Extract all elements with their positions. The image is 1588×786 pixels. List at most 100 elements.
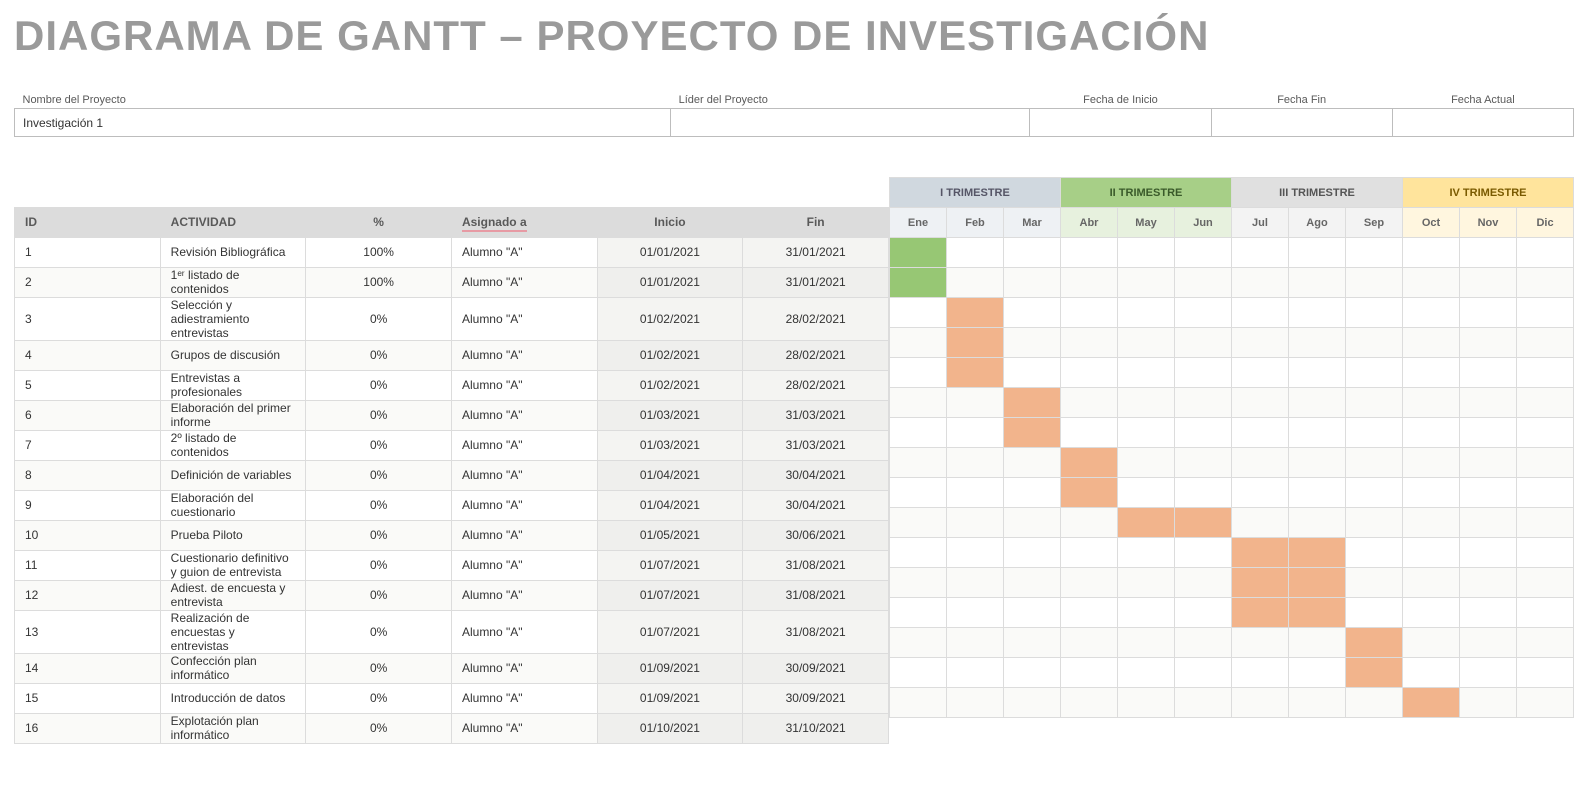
task-start[interactable]: 01/07/2021: [597, 610, 743, 653]
timeline-cell[interactable]: [1346, 598, 1403, 628]
task-start[interactable]: 01/04/2021: [597, 490, 743, 520]
task-start[interactable]: 01/04/2021: [597, 460, 743, 490]
task-id[interactable]: 11: [15, 550, 161, 580]
timeline-cell[interactable]: [1346, 478, 1403, 508]
timeline-cell[interactable]: [1517, 268, 1574, 298]
timeline-cell[interactable]: [1289, 658, 1346, 688]
task-pct[interactable]: 100%: [306, 267, 452, 297]
timeline-cell[interactable]: [947, 238, 1004, 268]
timeline-cell[interactable]: [890, 688, 947, 718]
timeline-cell[interactable]: [1517, 478, 1574, 508]
timeline-cell[interactable]: [1175, 658, 1232, 688]
task-end[interactable]: 31/08/2021: [743, 550, 889, 580]
timeline-cell[interactable]: [1289, 238, 1346, 268]
timeline-cell[interactable]: [1346, 358, 1403, 388]
task-id[interactable]: 10: [15, 520, 161, 550]
timeline-cell[interactable]: [1118, 508, 1175, 538]
task-pct[interactable]: 0%: [306, 580, 452, 610]
timeline-cell[interactable]: [1061, 628, 1118, 658]
timeline-cell[interactable]: [947, 268, 1004, 298]
task-id[interactable]: 13: [15, 610, 161, 653]
timeline-cell[interactable]: [1118, 238, 1175, 268]
timeline-cell[interactable]: [1289, 688, 1346, 718]
timeline-cell[interactable]: [1061, 598, 1118, 628]
timeline-cell[interactable]: [1346, 538, 1403, 568]
task-assigned[interactable]: Alumno "A": [451, 370, 597, 400]
task-activity[interactable]: Introducción de datos: [160, 683, 306, 713]
timeline-cell[interactable]: [1289, 418, 1346, 448]
start-date-field[interactable]: [1030, 109, 1211, 137]
task-pct[interactable]: 0%: [306, 340, 452, 370]
timeline-cell[interactable]: [1403, 298, 1460, 328]
task-pct[interactable]: 0%: [306, 400, 452, 430]
timeline-cell[interactable]: [1118, 568, 1175, 598]
timeline-cell[interactable]: [890, 508, 947, 538]
timeline-cell[interactable]: [1004, 298, 1061, 328]
timeline-cell[interactable]: [1118, 448, 1175, 478]
timeline-cell[interactable]: [1346, 658, 1403, 688]
timeline-cell[interactable]: [947, 478, 1004, 508]
timeline-cell[interactable]: [1289, 358, 1346, 388]
timeline-cell[interactable]: [1517, 598, 1574, 628]
task-end[interactable]: 31/08/2021: [743, 610, 889, 653]
task-assigned[interactable]: Alumno "A": [451, 340, 597, 370]
task-id[interactable]: 7: [15, 430, 161, 460]
timeline-cell[interactable]: [1118, 358, 1175, 388]
timeline-cell[interactable]: [890, 358, 947, 388]
timeline-cell[interactable]: [1004, 448, 1061, 478]
timeline-cell[interactable]: [1061, 298, 1118, 328]
timeline-cell[interactable]: [1517, 538, 1574, 568]
timeline-cell[interactable]: [1403, 448, 1460, 478]
project-leader-field[interactable]: [671, 109, 1030, 137]
task-start[interactable]: 01/02/2021: [597, 370, 743, 400]
timeline-cell[interactable]: [1118, 538, 1175, 568]
timeline-cell[interactable]: [1346, 238, 1403, 268]
task-activity[interactable]: Explotación plan informático: [160, 713, 306, 743]
timeline-cell[interactable]: [1004, 238, 1061, 268]
timeline-cell[interactable]: [890, 478, 947, 508]
timeline-cell[interactable]: [1175, 268, 1232, 298]
timeline-cell[interactable]: [1346, 568, 1403, 598]
timeline-cell[interactable]: [1460, 508, 1517, 538]
timeline-cell[interactable]: [947, 568, 1004, 598]
task-start[interactable]: 01/02/2021: [597, 297, 743, 340]
timeline-cell[interactable]: [1175, 388, 1232, 418]
timeline-cell[interactable]: [1061, 358, 1118, 388]
timeline-cell[interactable]: [947, 328, 1004, 358]
timeline-cell[interactable]: [1004, 478, 1061, 508]
task-end[interactable]: 28/02/2021: [743, 297, 889, 340]
task-id[interactable]: 9: [15, 490, 161, 520]
timeline-cell[interactable]: [1004, 358, 1061, 388]
task-activity[interactable]: Elaboración del primer informe: [160, 400, 306, 430]
timeline-cell[interactable]: [1517, 298, 1574, 328]
timeline-cell[interactable]: [1175, 628, 1232, 658]
task-assigned[interactable]: Alumno "A": [451, 400, 597, 430]
timeline-cell[interactable]: [1403, 538, 1460, 568]
timeline-cell[interactable]: [1517, 328, 1574, 358]
task-assigned[interactable]: Alumno "A": [451, 490, 597, 520]
task-pct[interactable]: 100%: [306, 237, 452, 267]
timeline-cell[interactable]: [1061, 538, 1118, 568]
timeline-cell[interactable]: [890, 568, 947, 598]
timeline-cell[interactable]: [1004, 268, 1061, 298]
task-assigned[interactable]: Alumno "A": [451, 237, 597, 267]
timeline-cell[interactable]: [1403, 628, 1460, 658]
timeline-cell[interactable]: [1403, 508, 1460, 538]
task-end[interactable]: 31/03/2021: [743, 400, 889, 430]
task-end[interactable]: 31/01/2021: [743, 267, 889, 297]
timeline-cell[interactable]: [1289, 538, 1346, 568]
timeline-cell[interactable]: [1004, 598, 1061, 628]
timeline-cell[interactable]: [1232, 508, 1289, 538]
timeline-cell[interactable]: [1517, 658, 1574, 688]
task-activity[interactable]: Selección y adiestramiento entrevistas: [160, 297, 306, 340]
task-end[interactable]: 28/02/2021: [743, 340, 889, 370]
timeline-cell[interactable]: [1460, 268, 1517, 298]
task-id[interactable]: 4: [15, 340, 161, 370]
task-assigned[interactable]: Alumno "A": [451, 520, 597, 550]
timeline-cell[interactable]: [1460, 418, 1517, 448]
timeline-cell[interactable]: [947, 448, 1004, 478]
task-activity[interactable]: Revisión Bibliográfica: [160, 237, 306, 267]
timeline-cell[interactable]: [1061, 688, 1118, 718]
timeline-cell[interactable]: [947, 538, 1004, 568]
timeline-cell[interactable]: [1403, 328, 1460, 358]
